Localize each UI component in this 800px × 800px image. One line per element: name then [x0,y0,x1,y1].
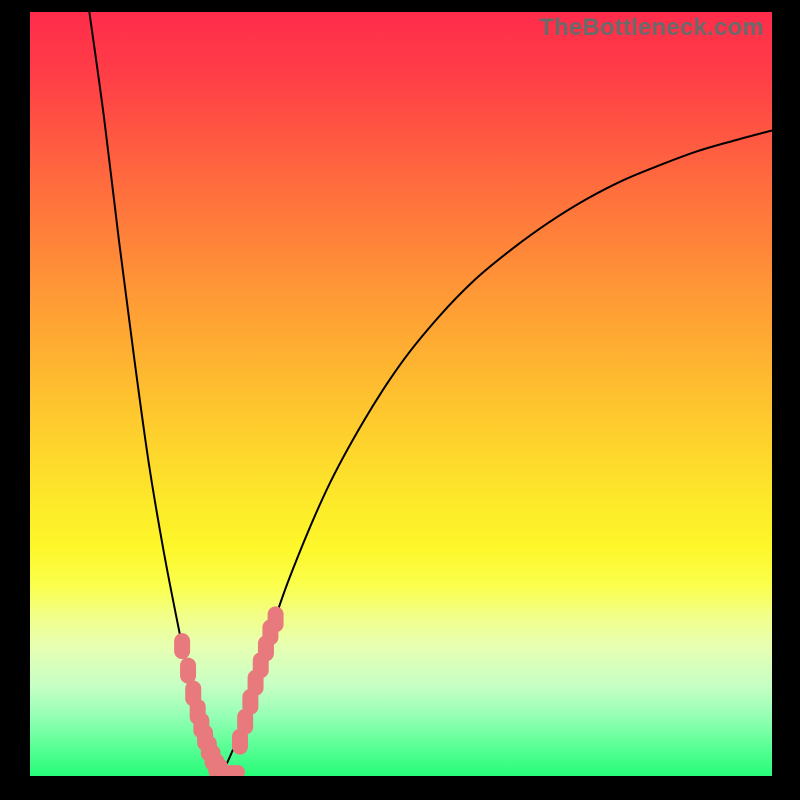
data-marker [174,633,190,659]
chart-panel [30,12,772,776]
data-marker [223,765,245,776]
curve-left-branch [89,12,223,772]
curve-group [89,12,772,772]
data-marker [180,658,196,684]
watermark-text: TheBottleneck.com [539,14,764,42]
curve-right-branch [223,130,772,772]
marker-group [174,606,283,776]
bottleneck-curve-plot [30,12,772,776]
data-marker [268,606,284,632]
